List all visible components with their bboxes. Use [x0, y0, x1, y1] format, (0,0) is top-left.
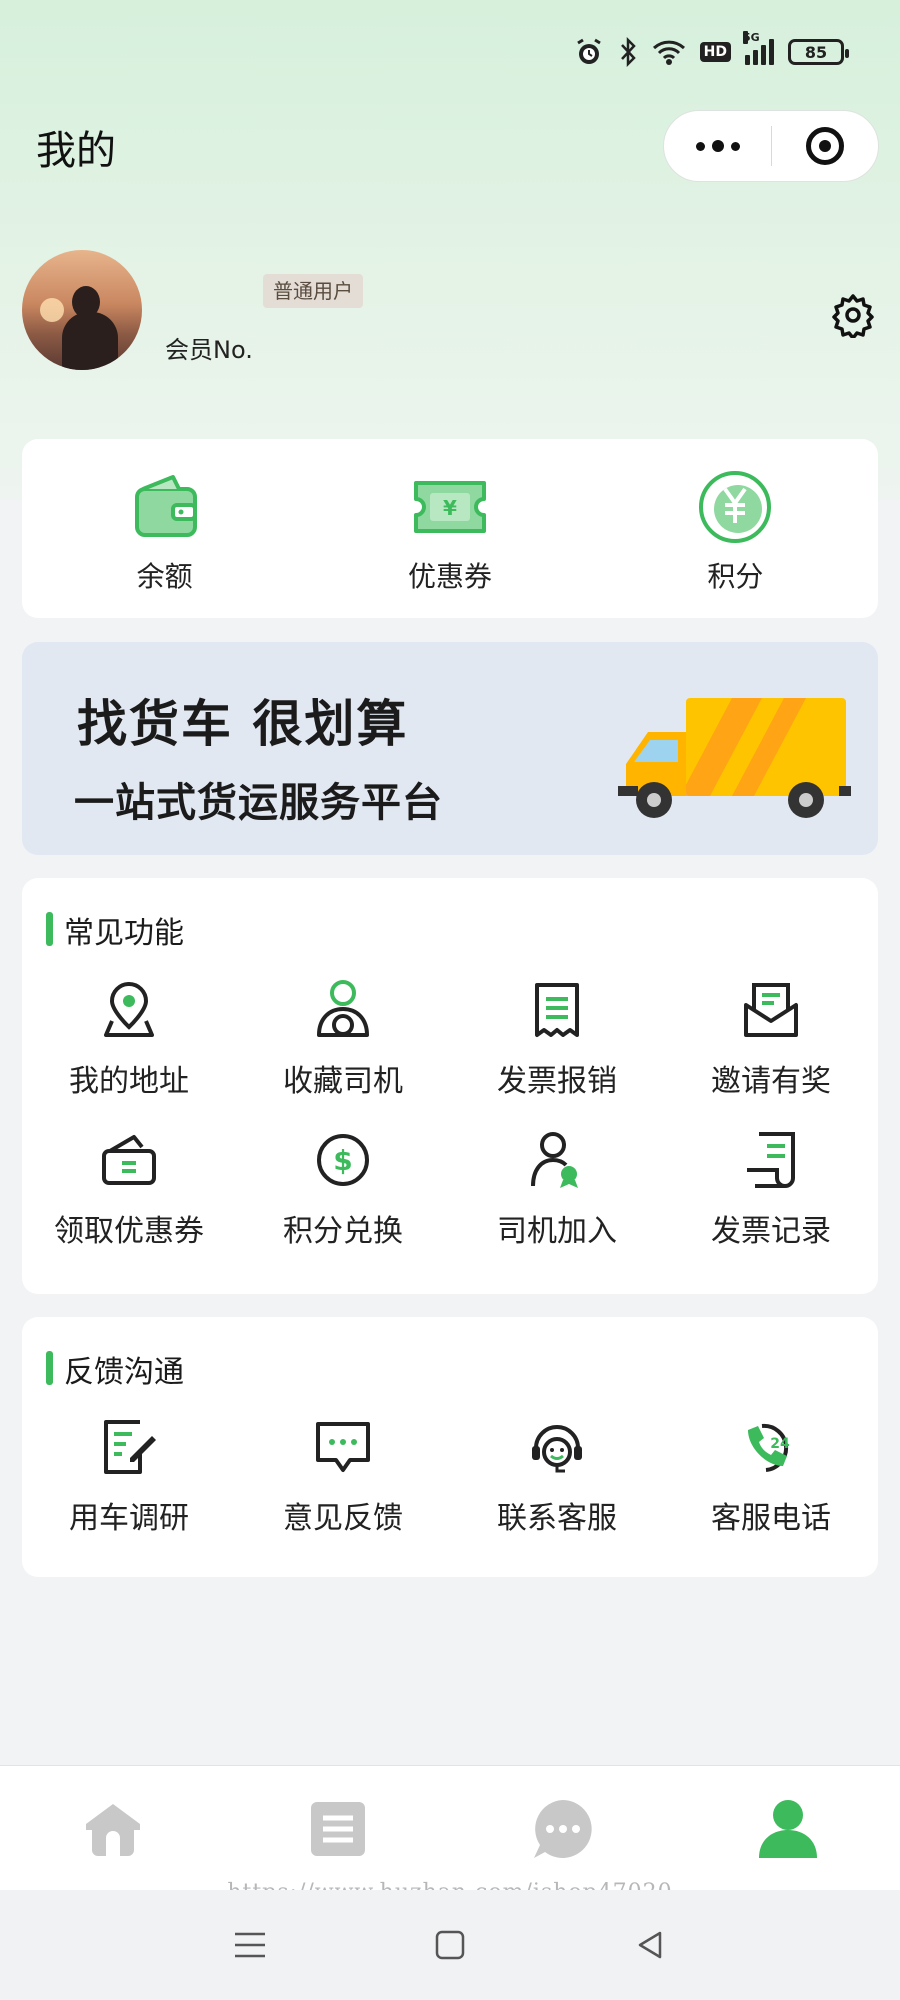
chat-bubble-icon: [311, 1415, 375, 1479]
home-button[interactable]: [420, 1915, 480, 1975]
avatar[interactable]: [22, 250, 142, 370]
receipt-icon: [525, 978, 589, 1042]
list-icon: [310, 1801, 365, 1856]
survey-edit-icon: [97, 1415, 161, 1479]
tab-orders[interactable]: [225, 1766, 450, 1891]
location-pin-icon: [97, 978, 161, 1042]
banner-headline: 找货车 很划算: [77, 695, 409, 753]
bottom-tabbar: [0, 1765, 900, 1891]
tab-home[interactable]: [0, 1766, 225, 1891]
func-label: 发票报销: [497, 1064, 617, 1099]
func-get-coupons[interactable]: 领取优惠券: [22, 1128, 236, 1250]
asset-balance[interactable]: 余额: [22, 439, 307, 618]
signal-icon: 5G: [743, 31, 774, 65]
more-button[interactable]: [664, 111, 771, 181]
svg-text:$: $: [333, 1144, 352, 1177]
miniprogram-capsule: [663, 110, 879, 182]
feedback-opinion[interactable]: 意见反馈: [236, 1415, 450, 1537]
asset-card: 余额 ¥ 优惠券 积分: [22, 439, 878, 618]
invite-envelope-icon: [739, 978, 803, 1042]
feedback-service-phone[interactable]: 24 客服电话: [664, 1415, 878, 1537]
phone-24-icon: 24: [739, 1415, 803, 1479]
driver-join-icon: [525, 1128, 589, 1192]
home-icon: [85, 1803, 140, 1856]
func-label: 发票记录: [711, 1214, 831, 1249]
banner-subline: 一站式货运服务平台: [74, 780, 443, 826]
feedback-contact-service[interactable]: 联系客服: [450, 1415, 664, 1537]
func-label: 邀请有奖: [711, 1064, 831, 1099]
truck-illustration: [618, 698, 851, 818]
func-label: 收藏司机: [283, 1064, 403, 1099]
page-title: 我的: [36, 128, 116, 174]
square-icon: [435, 1930, 465, 1960]
back-triangle-icon: [638, 1931, 662, 1959]
tab-messages[interactable]: [450, 1766, 675, 1891]
svg-text:24: 24: [770, 1436, 790, 1452]
feedback-survey[interactable]: 用车调研: [22, 1415, 236, 1537]
asset-points-label: 积分: [707, 560, 764, 593]
func-label: 领取优惠券: [54, 1214, 204, 1249]
menu-icon: [235, 1932, 265, 1958]
func-favorite-drivers[interactable]: 收藏司机: [236, 978, 450, 1100]
hd-badge: HD: [699, 42, 731, 62]
gear-icon: [832, 294, 874, 340]
wallet-icon: [125, 467, 205, 547]
dollar-coin-icon: $: [311, 1128, 375, 1192]
headset-icon: [525, 1415, 589, 1479]
user-icon: [758, 1799, 817, 1858]
close-miniprogram-button[interactable]: [772, 111, 878, 181]
svg-text:¥: ¥: [443, 496, 457, 520]
asset-points[interactable]: 积分: [593, 439, 878, 618]
header-background: [0, 0, 900, 500]
chat-icon: [533, 1799, 592, 1858]
system-navigation-bar: [0, 1890, 900, 2000]
common-functions-title: 常见功能: [46, 908, 184, 952]
battery-indicator: 85: [788, 39, 849, 65]
status-bar: HD 5G 85: [574, 30, 849, 74]
func-my-address[interactable]: 我的地址: [22, 978, 236, 1100]
func-points-exchange[interactable]: $ 积分兑换: [236, 1128, 450, 1250]
invoice-record-icon: [739, 1128, 803, 1192]
feedback-label: 联系客服: [497, 1501, 617, 1536]
asset-coupon[interactable]: ¥ 优惠券: [307, 439, 592, 618]
user-level-badge: 普通用户: [263, 274, 363, 308]
asset-coupon-label: 优惠券: [407, 560, 492, 593]
tab-mine[interactable]: [675, 1766, 900, 1891]
func-invoice-reimburse[interactable]: 发票报销: [450, 978, 664, 1100]
func-driver-join[interactable]: 司机加入: [450, 1128, 664, 1250]
back-button[interactable]: [620, 1915, 680, 1975]
coupon-ticket-icon: ¥: [410, 467, 490, 547]
points-yen-icon: [695, 467, 775, 547]
member-number: 会员No.: [165, 336, 253, 364]
alarm-icon: [576, 38, 601, 64]
func-label: 我的地址: [69, 1064, 189, 1099]
func-label: 司机加入: [497, 1214, 617, 1249]
func-label: 积分兑换: [283, 1214, 403, 1249]
target-icon: [806, 127, 844, 165]
bluetooth-icon: [620, 37, 636, 67]
asset-balance-label: 余额: [136, 560, 193, 593]
wifi-icon: [652, 40, 685, 65]
coupon-wallet-icon: [97, 1128, 161, 1192]
feedback-label: 用车调研: [69, 1501, 189, 1536]
driver-icon: [311, 978, 375, 1042]
recent-apps-button[interactable]: [220, 1915, 280, 1975]
feedback-label: 意见反馈: [283, 1501, 403, 1536]
feedback-card: 反馈沟通 用车调研 意见反馈 联系客服 24 客服电话: [22, 1317, 878, 1577]
feedback-title: 反馈沟通: [46, 1347, 184, 1391]
feedback-label: 客服电话: [711, 1501, 831, 1536]
settings-button[interactable]: [830, 292, 876, 340]
promo-banner[interactable]: 找货车 很划算 一站式货运服务平台: [22, 642, 878, 855]
func-invite-reward[interactable]: 邀请有奖: [664, 978, 878, 1100]
common-functions-card: 常见功能 我的地址 收藏司机 发票报销 邀请有奖 领取优惠券 $ 积分兑换 司机…: [22, 878, 878, 1294]
func-invoice-records[interactable]: 发票记录: [664, 1128, 878, 1250]
